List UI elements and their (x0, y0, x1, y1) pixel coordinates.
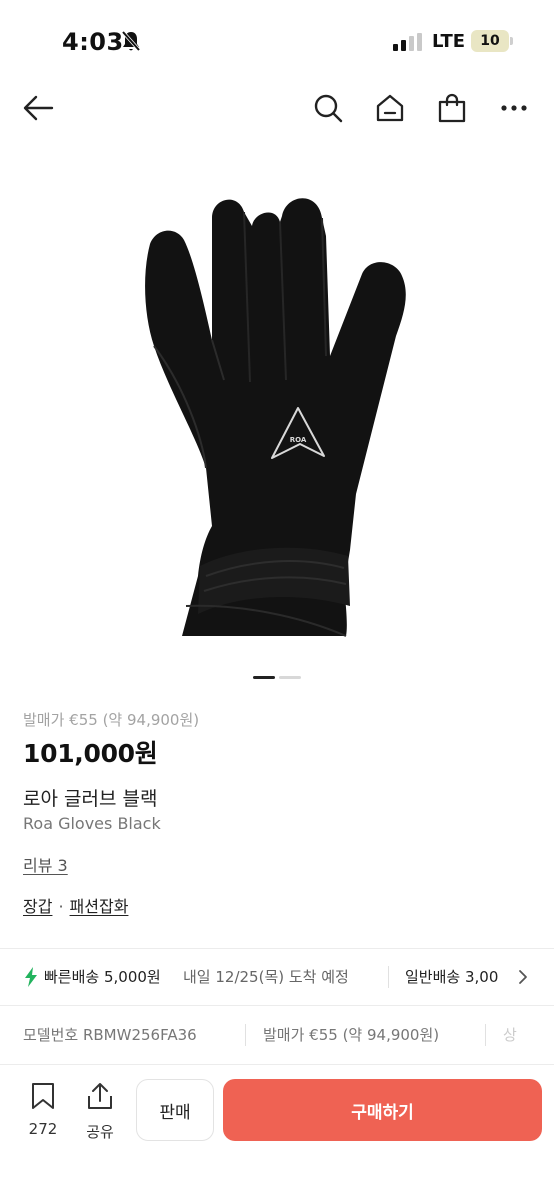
fast-delivery-label: 빠른배송 5,000원 (44, 968, 161, 986)
back-arrow-icon (23, 95, 54, 121)
bookmark-icon (32, 1083, 54, 1109)
bolt-icon (25, 967, 37, 987)
image-pager (0, 676, 554, 680)
signal-icon (393, 33, 422, 51)
share-button[interactable]: 공유 (80, 1081, 120, 1142)
battery-cap (510, 37, 513, 45)
shopping-bag-button[interactable] (434, 90, 470, 126)
product-title-en: Roa Gloves Black (23, 814, 161, 833)
normal-delivery-label: 일반배송 3,00 (405, 968, 499, 986)
divider (0, 1064, 554, 1065)
product-title-ko: 로아 글러브 블랙 (23, 788, 158, 810)
pager-dot-inactive[interactable] (279, 676, 301, 679)
bottom-action-bar: 272 공유 판매 구매하기 (0, 1066, 554, 1200)
model-number: 모델번호 RBMW256FA36 (23, 1026, 197, 1044)
bell-muted-icon (121, 30, 141, 52)
battery-icon: 10 (471, 30, 509, 52)
battery-level: 10 (480, 33, 500, 49)
back-button[interactable] (20, 90, 56, 126)
category-breadcrumb: 장갑 · 패션잡화 (23, 893, 128, 917)
wishlist-button[interactable]: 272 (22, 1082, 64, 1138)
shopping-bag-icon (438, 93, 466, 123)
status-time: 4:03 (62, 28, 124, 56)
share-icon (88, 1083, 112, 1109)
search-button[interactable] (310, 90, 346, 126)
category-link-gloves[interactable]: 장갑 (23, 897, 52, 916)
chevron-right-icon (517, 969, 529, 985)
pager-dot-active[interactable] (253, 676, 275, 679)
search-icon (314, 94, 343, 123)
top-nav (0, 80, 554, 136)
delivery-options[interactable]: 빠른배송 5,000원 내일 12/25(목) 도착 예정 일반배송 3,00 (0, 950, 554, 1004)
buy-button[interactable]: 구매하기 (223, 1079, 542, 1141)
release-price: 발매가 €55 (약 94,900원) (23, 711, 200, 729)
wishlist-count: 272 (28, 1120, 58, 1138)
fast-delivery-eta: 내일 12/25(목) 도착 예정 (183, 968, 349, 986)
category-separator: · (58, 897, 64, 916)
glove-image: ROA (145, 198, 406, 637)
glove-logo-text: ROA (290, 436, 307, 444)
review-link[interactable]: 리뷰 3 (23, 852, 68, 876)
home-icon (376, 94, 404, 122)
more-button[interactable] (496, 90, 532, 126)
product-image-carousel[interactable]: ROA (0, 136, 554, 666)
spec-truncated: 상 (503, 1026, 517, 1044)
product-specs-row[interactable]: 모델번호 RBMW256FA36 발매가 €55 (약 94,900원) 상 (0, 1006, 554, 1064)
spec-release-price: 발매가 €55 (약 94,900원) (263, 1026, 440, 1044)
specs-separator (485, 1024, 486, 1046)
network-type: LTE (432, 31, 466, 52)
delivery-separator (388, 966, 389, 988)
share-label: 공유 (86, 1123, 114, 1141)
product-price: 101,000원 (23, 739, 158, 768)
category-link-fashion-goods[interactable]: 패션잡화 (70, 897, 129, 916)
sell-button[interactable]: 판매 (136, 1079, 214, 1141)
status-bar: 4:03 LTE 10 (0, 0, 554, 80)
specs-separator (245, 1024, 246, 1046)
more-icon (501, 105, 527, 111)
divider (0, 948, 554, 949)
home-button[interactable] (372, 90, 408, 126)
